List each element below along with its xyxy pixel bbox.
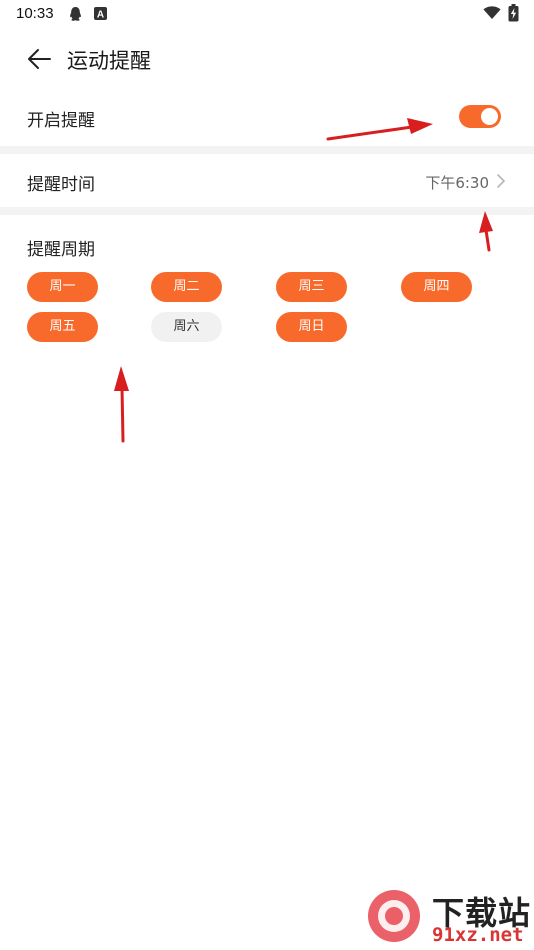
annotation-arrow bbox=[326, 118, 433, 141]
annotation-arrow bbox=[479, 211, 493, 252]
annotation-arrow bbox=[114, 366, 129, 443]
annotation-arrows bbox=[114, 118, 493, 443]
watermark-url: 91xz.net bbox=[432, 924, 524, 946]
